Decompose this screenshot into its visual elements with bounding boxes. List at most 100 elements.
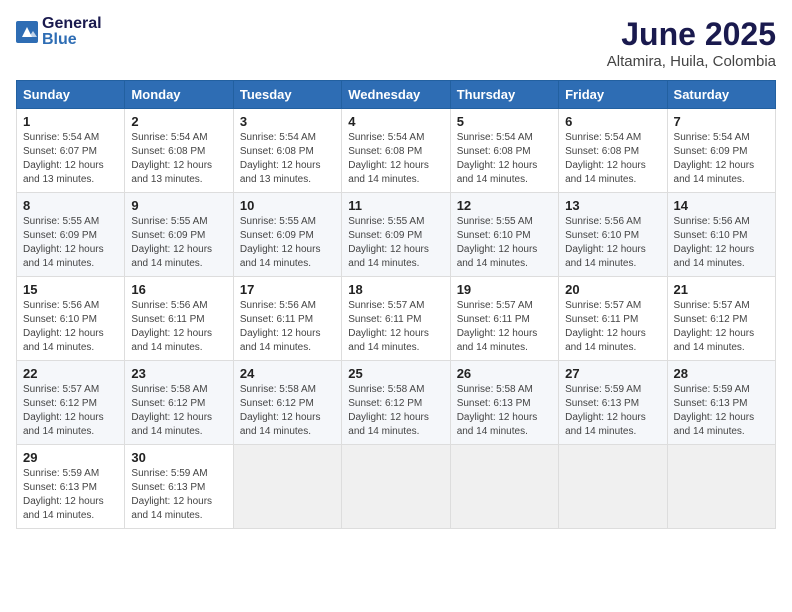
day-number: 14 <box>674 198 769 213</box>
day-cell-28: 28 Sunrise: 5:59 AMSunset: 6:13 PMDaylig… <box>667 361 775 445</box>
day-number: 11 <box>348 198 443 213</box>
day-info: Sunrise: 5:54 AMSunset: 6:08 PMDaylight:… <box>240 132 321 185</box>
day-info: Sunrise: 5:54 AMSunset: 6:09 PMDaylight:… <box>674 132 755 185</box>
day-info: Sunrise: 5:56 AMSunset: 6:10 PMDaylight:… <box>565 216 646 269</box>
day-info: Sunrise: 5:56 AMSunset: 6:11 PMDaylight:… <box>131 300 212 353</box>
day-number: 24 <box>240 366 335 381</box>
logo-blue: Blue <box>42 32 102 48</box>
day-info: Sunrise: 5:57 AMSunset: 6:11 PMDaylight:… <box>348 300 429 353</box>
calendar-table: Sunday Monday Tuesday Wednesday Thursday… <box>16 80 776 529</box>
empty-cell-w4-d4 <box>450 445 558 529</box>
day-cell-17: 17 Sunrise: 5:56 AMSunset: 6:11 PMDaylig… <box>233 277 341 361</box>
day-cell-16: 16 Sunrise: 5:56 AMSunset: 6:11 PMDaylig… <box>125 277 233 361</box>
day-cell-27: 27 Sunrise: 5:59 AMSunset: 6:13 PMDaylig… <box>559 361 667 445</box>
day-info: Sunrise: 5:55 AMSunset: 6:09 PMDaylight:… <box>23 216 104 269</box>
day-cell-23: 23 Sunrise: 5:58 AMSunset: 6:12 PMDaylig… <box>125 361 233 445</box>
empty-cell-w4-d6 <box>667 445 775 529</box>
day-number: 3 <box>240 114 335 129</box>
day-cell-30: 30 Sunrise: 5:59 AMSunset: 6:13 PMDaylig… <box>125 445 233 529</box>
day-number: 29 <box>23 450 118 465</box>
day-cell-4: 4 Sunrise: 5:54 AMSunset: 6:08 PMDayligh… <box>342 109 450 193</box>
day-info: Sunrise: 5:56 AMSunset: 6:10 PMDaylight:… <box>674 216 755 269</box>
day-info: Sunrise: 5:58 AMSunset: 6:12 PMDaylight:… <box>240 384 321 437</box>
th-sunday: Sunday <box>17 81 125 109</box>
day-number: 9 <box>131 198 226 213</box>
day-cell-8: 8 Sunrise: 5:55 AMSunset: 6:09 PMDayligh… <box>17 193 125 277</box>
day-number: 21 <box>674 282 769 297</box>
day-number: 7 <box>674 114 769 129</box>
day-info: Sunrise: 5:55 AMSunset: 6:09 PMDaylight:… <box>131 216 212 269</box>
day-info: Sunrise: 5:54 AMSunset: 6:08 PMDaylight:… <box>565 132 646 185</box>
day-cell-7: 7 Sunrise: 5:54 AMSunset: 6:09 PMDayligh… <box>667 109 775 193</box>
week-row-2: 8 Sunrise: 5:55 AMSunset: 6:09 PMDayligh… <box>17 193 776 277</box>
day-number: 27 <box>565 366 660 381</box>
week-row-5: 29 Sunrise: 5:59 AMSunset: 6:13 PMDaylig… <box>17 445 776 529</box>
day-number: 15 <box>23 282 118 297</box>
day-cell-11: 11 Sunrise: 5:55 AMSunset: 6:09 PMDaylig… <box>342 193 450 277</box>
day-number: 23 <box>131 366 226 381</box>
day-number: 20 <box>565 282 660 297</box>
day-info: Sunrise: 5:55 AMSunset: 6:09 PMDaylight:… <box>240 216 321 269</box>
day-number: 13 <box>565 198 660 213</box>
day-cell-12: 12 Sunrise: 5:55 AMSunset: 6:10 PMDaylig… <box>450 193 558 277</box>
day-info: Sunrise: 5:55 AMSunset: 6:10 PMDaylight:… <box>457 216 538 269</box>
logo-general: General <box>42 16 102 32</box>
day-number: 12 <box>457 198 552 213</box>
day-number: 30 <box>131 450 226 465</box>
logo-icon <box>16 21 38 43</box>
day-info: Sunrise: 5:56 AMSunset: 6:10 PMDaylight:… <box>23 300 104 353</box>
week-row-3: 15 Sunrise: 5:56 AMSunset: 6:10 PMDaylig… <box>17 277 776 361</box>
day-number: 28 <box>674 366 769 381</box>
day-cell-14: 14 Sunrise: 5:56 AMSunset: 6:10 PMDaylig… <box>667 193 775 277</box>
day-number: 6 <box>565 114 660 129</box>
day-info: Sunrise: 5:59 AMSunset: 6:13 PMDaylight:… <box>23 468 104 521</box>
day-info: Sunrise: 5:57 AMSunset: 6:12 PMDaylight:… <box>23 384 104 437</box>
month-title: June 2025 <box>607 16 776 53</box>
day-cell-29: 29 Sunrise: 5:59 AMSunset: 6:13 PMDaylig… <box>17 445 125 529</box>
day-cell-20: 20 Sunrise: 5:57 AMSunset: 6:11 PMDaylig… <box>559 277 667 361</box>
day-info: Sunrise: 5:59 AMSunset: 6:13 PMDaylight:… <box>565 384 646 437</box>
day-number: 22 <box>23 366 118 381</box>
day-number: 1 <box>23 114 118 129</box>
th-friday: Friday <box>559 81 667 109</box>
day-info: Sunrise: 5:57 AMSunset: 6:11 PMDaylight:… <box>565 300 646 353</box>
weekday-header-row: Sunday Monday Tuesday Wednesday Thursday… <box>17 81 776 109</box>
day-cell-13: 13 Sunrise: 5:56 AMSunset: 6:10 PMDaylig… <box>559 193 667 277</box>
day-info: Sunrise: 5:55 AMSunset: 6:09 PMDaylight:… <box>348 216 429 269</box>
day-cell-9: 9 Sunrise: 5:55 AMSunset: 6:09 PMDayligh… <box>125 193 233 277</box>
day-number: 2 <box>131 114 226 129</box>
th-thursday: Thursday <box>450 81 558 109</box>
day-cell-2: 2 Sunrise: 5:54 AMSunset: 6:08 PMDayligh… <box>125 109 233 193</box>
day-number: 26 <box>457 366 552 381</box>
day-cell-5: 5 Sunrise: 5:54 AMSunset: 6:08 PMDayligh… <box>450 109 558 193</box>
empty-cell-w4-d2 <box>233 445 341 529</box>
title-area: June 2025 Altamira, Huila, Colombia <box>607 16 776 70</box>
th-wednesday: Wednesday <box>342 81 450 109</box>
location-title: Altamira, Huila, Colombia <box>607 53 776 70</box>
day-cell-22: 22 Sunrise: 5:57 AMSunset: 6:12 PMDaylig… <box>17 361 125 445</box>
day-number: 19 <box>457 282 552 297</box>
day-info: Sunrise: 5:57 AMSunset: 6:12 PMDaylight:… <box>674 300 755 353</box>
day-cell-1: 1 Sunrise: 5:54 AMSunset: 6:07 PMDayligh… <box>17 109 125 193</box>
day-info: Sunrise: 5:57 AMSunset: 6:11 PMDaylight:… <box>457 300 538 353</box>
day-number: 17 <box>240 282 335 297</box>
day-info: Sunrise: 5:58 AMSunset: 6:12 PMDaylight:… <box>348 384 429 437</box>
day-info: Sunrise: 5:54 AMSunset: 6:08 PMDaylight:… <box>131 132 212 185</box>
day-number: 16 <box>131 282 226 297</box>
day-number: 4 <box>348 114 443 129</box>
day-cell-21: 21 Sunrise: 5:57 AMSunset: 6:12 PMDaylig… <box>667 277 775 361</box>
day-cell-25: 25 Sunrise: 5:58 AMSunset: 6:12 PMDaylig… <box>342 361 450 445</box>
th-monday: Monday <box>125 81 233 109</box>
empty-cell-w4-d5 <box>559 445 667 529</box>
day-info: Sunrise: 5:59 AMSunset: 6:13 PMDaylight:… <box>674 384 755 437</box>
day-cell-24: 24 Sunrise: 5:58 AMSunset: 6:12 PMDaylig… <box>233 361 341 445</box>
day-info: Sunrise: 5:58 AMSunset: 6:13 PMDaylight:… <box>457 384 538 437</box>
day-info: Sunrise: 5:58 AMSunset: 6:12 PMDaylight:… <box>131 384 212 437</box>
day-info: Sunrise: 5:54 AMSunset: 6:07 PMDaylight:… <box>23 132 104 185</box>
day-info: Sunrise: 5:54 AMSunset: 6:08 PMDaylight:… <box>457 132 538 185</box>
day-cell-3: 3 Sunrise: 5:54 AMSunset: 6:08 PMDayligh… <box>233 109 341 193</box>
day-number: 18 <box>348 282 443 297</box>
week-row-1: 1 Sunrise: 5:54 AMSunset: 6:07 PMDayligh… <box>17 109 776 193</box>
day-info: Sunrise: 5:54 AMSunset: 6:08 PMDaylight:… <box>348 132 429 185</box>
day-number: 10 <box>240 198 335 213</box>
